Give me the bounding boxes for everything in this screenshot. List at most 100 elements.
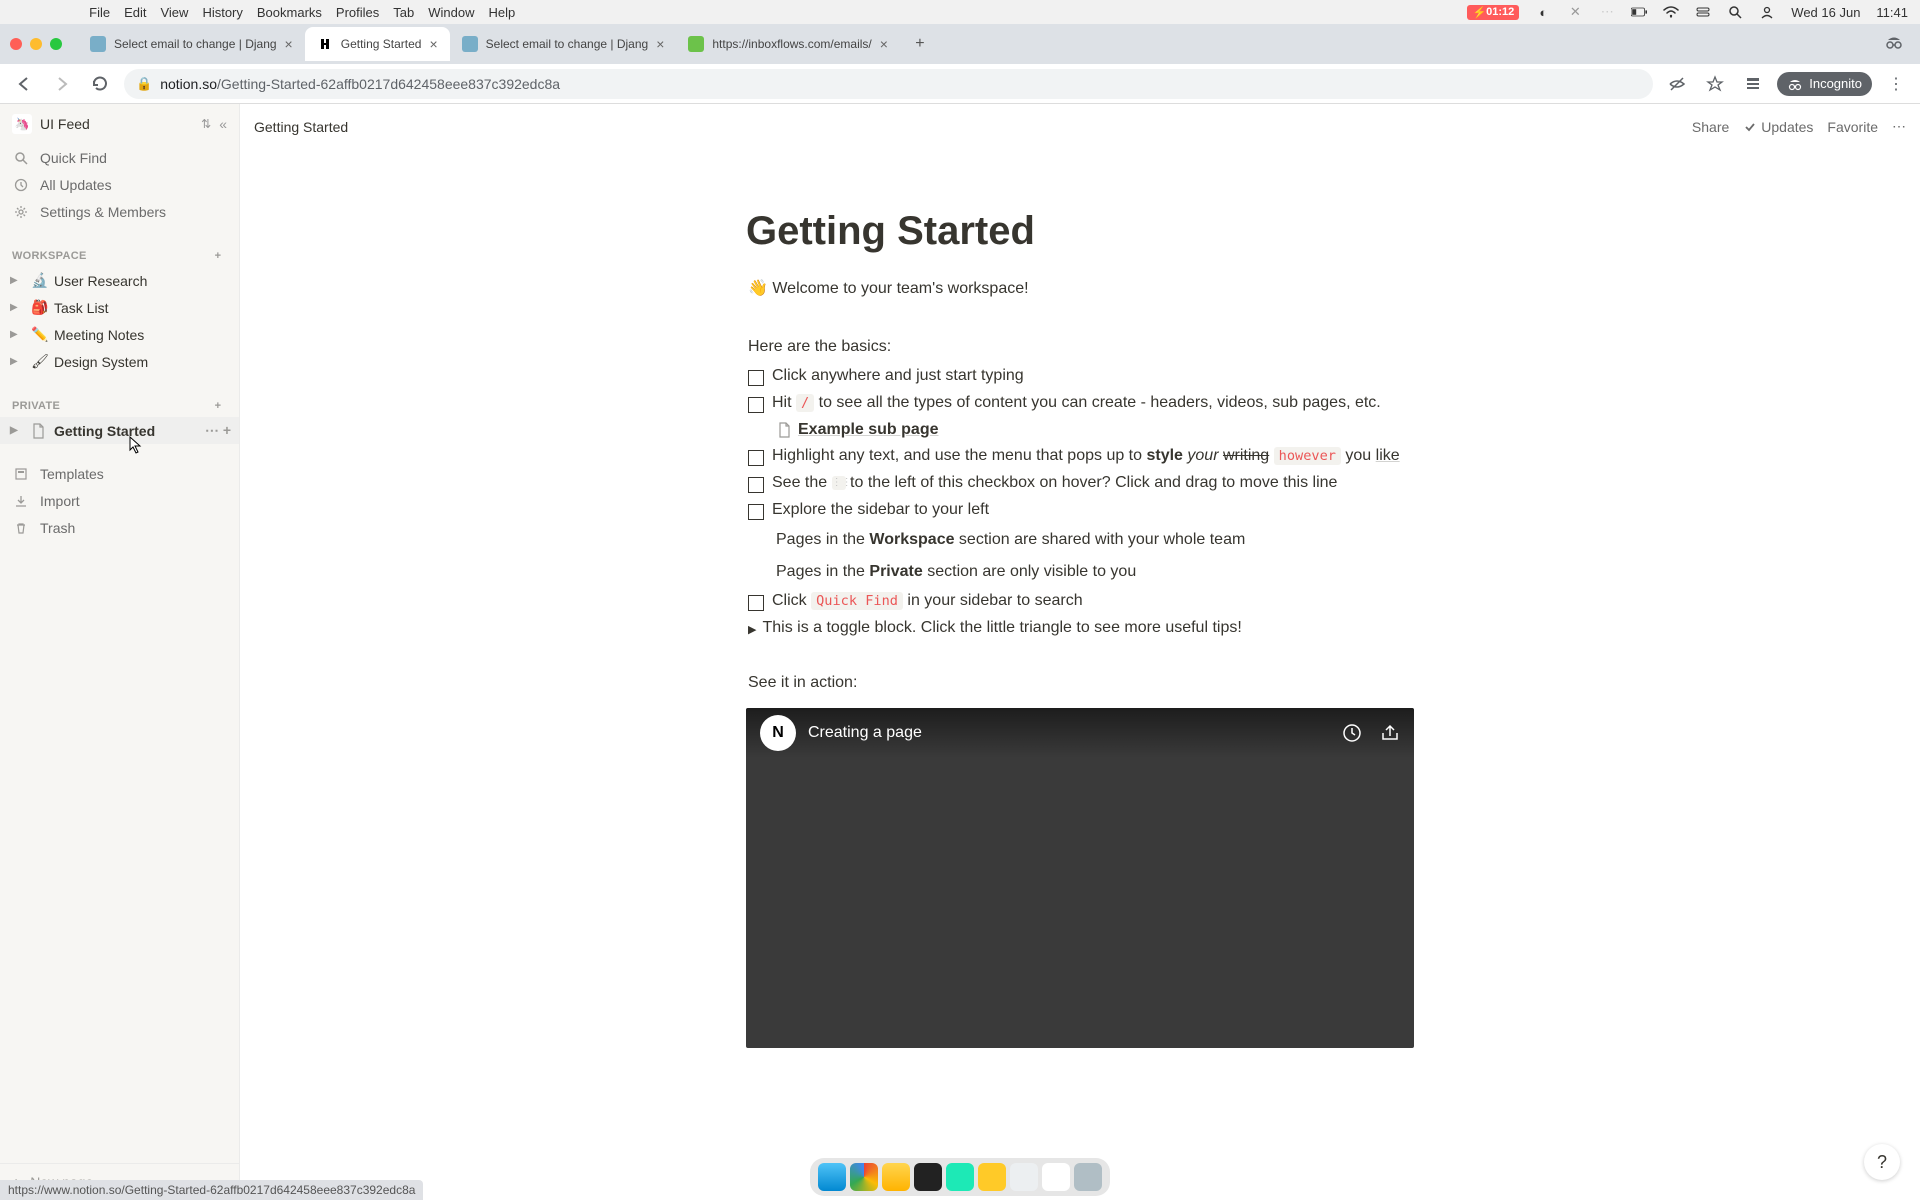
status-icon-1[interactable]: ◐ (1535, 4, 1551, 20)
import[interactable]: Import (0, 487, 239, 514)
add-workspace-page-icon[interactable]: + (209, 247, 227, 265)
expand-icon[interactable]: ▶ (10, 356, 26, 367)
expand-icon[interactable]: ▶ (10, 302, 26, 313)
reading-list-icon[interactable] (1739, 70, 1767, 98)
dock-trash-icon[interactable] (1074, 1163, 1102, 1191)
watch-later-icon[interactable] (1342, 723, 1362, 743)
sidebar-page-meeting-notes[interactable]: ▶ ✏️ Meeting Notes (0, 321, 239, 348)
video-embed[interactable]: N Creating a page (746, 708, 1414, 1048)
sidebar-page-task-list[interactable]: ▶ 🎒 Task List (0, 294, 239, 321)
toggle-block[interactable]: ▶This is a toggle block. Click the littl… (746, 616, 1414, 640)
subpage-link[interactable]: Example sub page (774, 418, 1414, 442)
dock-chrome-icon[interactable] (850, 1163, 878, 1191)
close-window[interactable] (10, 38, 22, 50)
trash[interactable]: Trash (0, 514, 239, 541)
todo-item[interactable]: Highlight any text, and use the menu tha… (746, 444, 1414, 469)
browser-tab-3[interactable]: https://inboxflows.com/emails/ × (676, 27, 900, 61)
basics-header[interactable]: Here are the basics: (746, 332, 1414, 362)
dock-notes-icon[interactable] (882, 1163, 910, 1191)
templates[interactable]: Templates (0, 460, 239, 487)
settings-members[interactable]: Settings & Members (0, 198, 239, 225)
menu-view[interactable]: View (160, 5, 188, 20)
eye-icon[interactable] (1663, 70, 1691, 98)
battery-indicator[interactable]: ⚡01:12 (1467, 5, 1519, 20)
add-private-page-icon[interactable]: + (209, 397, 227, 415)
menu-window[interactable]: Window (428, 5, 474, 20)
menu-tab[interactable]: Tab (393, 5, 414, 20)
close-tab-icon[interactable]: × (880, 36, 888, 52)
workspace-switcher[interactable]: 🦄 UI Feed ⇅ « (0, 104, 239, 144)
user-icon[interactable] (1759, 4, 1775, 20)
dock-app-icon[interactable] (1010, 1163, 1038, 1191)
reload-button[interactable] (86, 70, 114, 98)
menubar-date[interactable]: Wed 16 Jun (1791, 5, 1860, 20)
todo-item[interactable]: Click anywhere and just start typing (746, 364, 1414, 389)
quick-find[interactable]: Quick Find (0, 144, 239, 171)
browser-tab-1[interactable]: Getting Started × (305, 27, 450, 61)
breadcrumb[interactable]: Getting Started (254, 119, 348, 135)
browser-tab-0[interactable]: Select email to change | Djang × (78, 27, 305, 61)
close-tab-icon[interactable]: × (285, 36, 293, 52)
dock-app-icon[interactable] (946, 1163, 974, 1191)
indent-text[interactable]: Pages in the Private section are only vi… (774, 557, 1414, 587)
page-title[interactable]: Getting Started (746, 209, 1414, 254)
more-icon[interactable]: ⋯ (1892, 118, 1906, 135)
chrome-menu-icon[interactable]: ⋮ (1882, 70, 1910, 98)
control-center-icon[interactable] (1695, 4, 1711, 20)
checkbox[interactable] (748, 370, 764, 386)
menu-help[interactable]: Help (489, 5, 516, 20)
todo-item[interactable]: Click Quick Find in your sidebar to sear… (746, 589, 1414, 614)
menu-history[interactable]: History (202, 5, 242, 20)
page-add-icon[interactable]: + (223, 422, 231, 439)
close-tab-icon[interactable]: × (656, 36, 664, 52)
expand-icon[interactable]: ▶ (10, 425, 26, 436)
indent-text[interactable]: Pages in the Workspace section are share… (774, 525, 1414, 555)
wifi-icon[interactable] (1663, 4, 1679, 20)
checkbox[interactable] (748, 397, 764, 413)
sidebar-page-design-system[interactable]: ▶ 🖌 Design System (0, 348, 239, 375)
bookmark-star-icon[interactable] (1701, 70, 1729, 98)
welcome-text[interactable]: 👋 Welcome to your team's workspace! (746, 274, 1414, 304)
menu-profiles[interactable]: Profiles (336, 5, 379, 20)
share-video-icon[interactable] (1380, 723, 1400, 743)
battery-icon[interactable] (1631, 4, 1647, 20)
favorite-button[interactable]: Favorite (1827, 119, 1878, 135)
collapse-sidebar-icon[interactable]: « (219, 116, 227, 132)
todo-item[interactable]: Explore the sidebar to your left (746, 498, 1414, 523)
all-updates[interactable]: All Updates (0, 171, 239, 198)
expand-icon[interactable]: ▶ (10, 275, 26, 286)
drag-handle-icon[interactable]: ⋮⋮ (832, 476, 846, 490)
page-content[interactable]: Getting Started 👋 Welcome to your team's… (240, 149, 1920, 1200)
toggle-triangle-icon[interactable]: ▶ (748, 623, 756, 636)
url-bar[interactable]: 🔒 notion.so/Getting-Started-62affb0217d6… (124, 69, 1653, 99)
incognito-chip[interactable]: Incognito (1777, 72, 1872, 96)
dock-terminal-icon[interactable] (914, 1163, 942, 1191)
checkbox[interactable] (748, 450, 764, 466)
new-tab-button[interactable]: + (906, 30, 934, 58)
menu-file[interactable]: File (89, 5, 110, 20)
see-action-text[interactable]: See it in action: (746, 668, 1414, 698)
browser-tab-2[interactable]: Select email to change | Djang × (450, 27, 677, 61)
status-icon-2[interactable]: ✕ (1567, 4, 1583, 20)
sidebar-page-getting-started[interactable]: ▶ Getting Started ⋯ + (0, 417, 239, 444)
todo-item[interactable]: See the ⋮⋮ to the left of this checkbox … (746, 471, 1414, 496)
dock-finder-icon[interactable] (818, 1163, 846, 1191)
close-tab-icon[interactable]: × (429, 36, 437, 52)
dock-app-icon[interactable] (978, 1163, 1006, 1191)
checkbox[interactable] (748, 504, 764, 520)
spotlight-icon[interactable] (1727, 4, 1743, 20)
page-more-icon[interactable]: ⋯ (205, 422, 219, 439)
sidebar-page-user-research[interactable]: ▶ 🔬 User Research (0, 267, 239, 294)
incognito-indicator-icon[interactable] (1884, 32, 1908, 56)
updates-button[interactable]: Updates (1743, 119, 1813, 135)
checkbox[interactable] (748, 595, 764, 611)
todo-item[interactable]: Hit / to see all the types of content yo… (746, 391, 1414, 416)
status-icon-3[interactable]: ⋯ (1599, 4, 1615, 20)
share-button[interactable]: Share (1692, 119, 1729, 135)
dock-app-icon[interactable] (1042, 1163, 1070, 1191)
menubar-time[interactable]: 11:41 (1876, 5, 1908, 20)
help-button[interactable]: ? (1864, 1144, 1900, 1180)
expand-icon[interactable]: ▶ (10, 329, 26, 340)
menu-bookmarks[interactable]: Bookmarks (257, 5, 322, 20)
checkbox[interactable] (748, 477, 764, 493)
